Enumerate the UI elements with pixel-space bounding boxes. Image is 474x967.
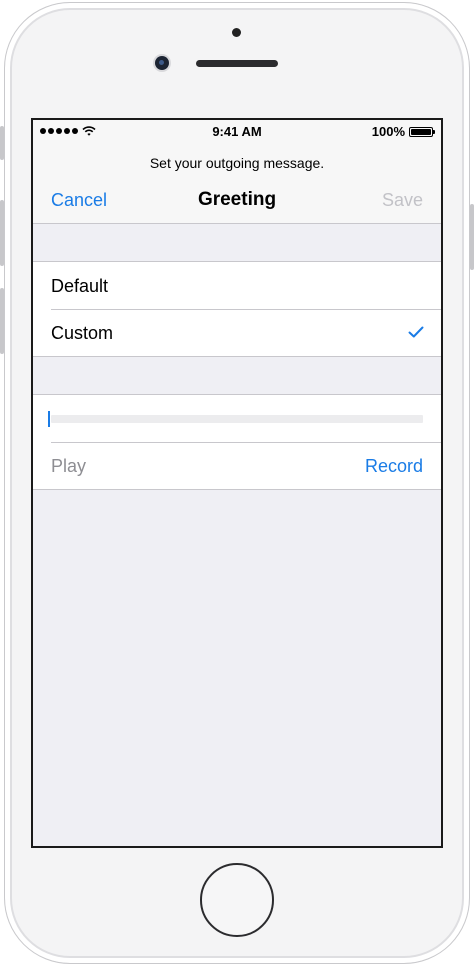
option-default-row[interactable]: Default xyxy=(33,262,441,309)
option-default-label: Default xyxy=(51,276,109,296)
front-camera xyxy=(155,56,169,70)
controls-row: Play Record xyxy=(33,442,441,489)
checkmark-icon xyxy=(408,326,424,338)
mute-switch xyxy=(0,126,4,160)
home-button[interactable] xyxy=(200,863,274,937)
cancel-button[interactable]: Cancel xyxy=(51,190,107,211)
recording-group: Play Record xyxy=(33,394,441,490)
recording-waveform xyxy=(51,415,423,423)
option-custom-row[interactable]: Custom xyxy=(33,309,441,356)
waveform-row xyxy=(33,395,441,442)
power-button xyxy=(470,204,474,270)
battery-icon xyxy=(409,127,435,137)
screen: 9:41 AM 100% Set your outgoing message. … xyxy=(31,118,443,848)
nav-prompt: Set your outgoing message. xyxy=(149,155,325,171)
play-button[interactable]: Play xyxy=(51,456,86,477)
option-custom-label: Custom xyxy=(51,323,114,343)
record-button[interactable]: Record xyxy=(365,456,423,477)
navigation-bar: Set your outgoing message. Cancel Greeti… xyxy=(33,144,441,224)
volume-down-button xyxy=(0,288,4,354)
volume-up-button xyxy=(0,200,4,266)
earpiece-speaker xyxy=(196,60,278,67)
greeting-options-group: Default Custom xyxy=(33,261,441,357)
playhead-cursor[interactable] xyxy=(48,411,50,427)
battery-percent: 100% xyxy=(371,124,405,139)
save-button[interactable]: Save xyxy=(382,190,423,211)
proximity-sensor xyxy=(232,28,241,37)
status-bar: 9:41 AM 100% xyxy=(33,120,441,144)
